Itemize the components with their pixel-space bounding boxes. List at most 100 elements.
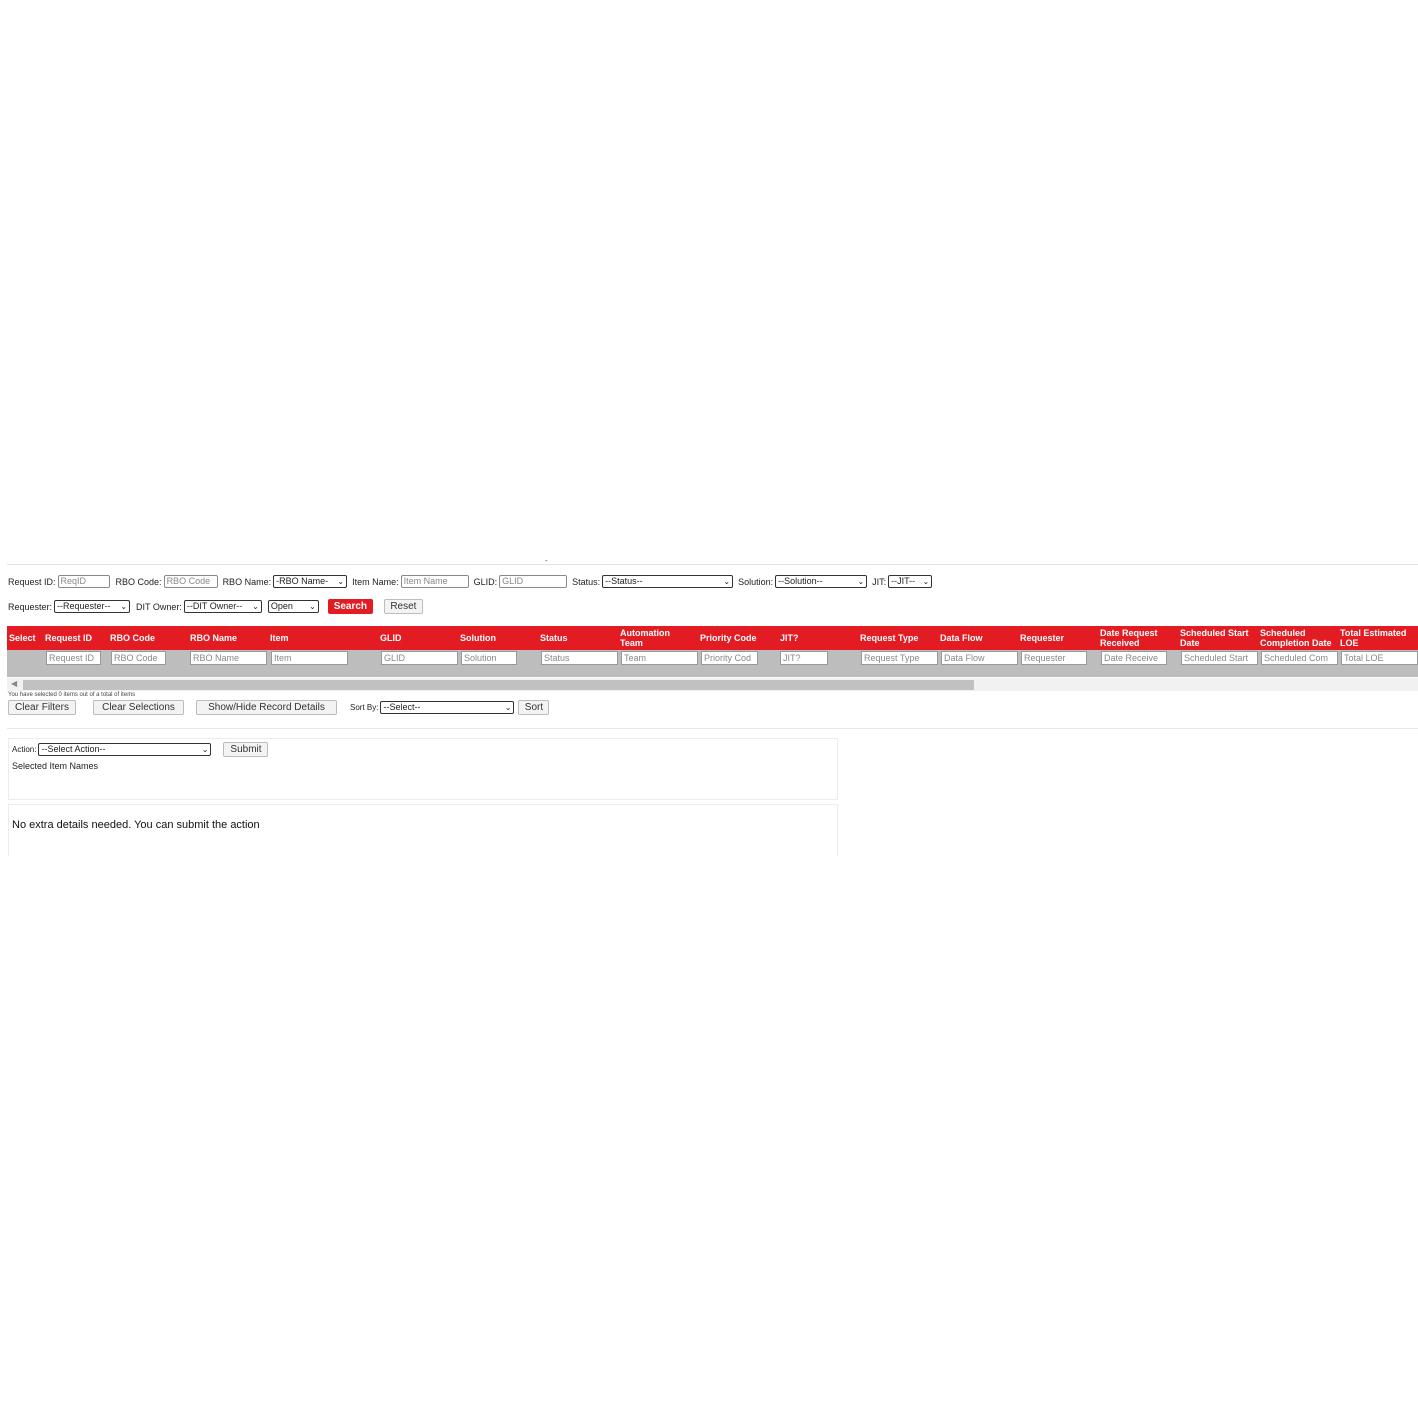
sort-button[interactable]: Sort xyxy=(518,700,550,715)
column-header-rbo-name[interactable]: RBO Name xyxy=(190,626,268,650)
filter-item-input[interactable]: Item xyxy=(271,651,348,665)
filter-row-1: Request ID: ReqID RBO Code: RBO Code RBO… xyxy=(8,575,933,588)
chevron-down-icon: ⌄ xyxy=(723,577,731,586)
status-label: Status: xyxy=(572,576,601,587)
filter-status-input[interactable]: Status xyxy=(541,651,618,665)
toolbar-divider xyxy=(7,728,1418,729)
column-header-solution[interactable]: Solution xyxy=(460,626,538,650)
jit-select[interactable]: --JIT-- ⌄ xyxy=(888,575,933,588)
filter-team-input[interactable]: Team xyxy=(621,651,698,665)
column-header-rbo-code[interactable]: RBO Code xyxy=(110,626,188,650)
scrollbar-thumb[interactable] xyxy=(23,680,974,690)
column-header-priority-code[interactable]: Priority Code xyxy=(700,626,776,650)
action-select[interactable]: --Select Action-- ⌄ xyxy=(38,743,212,756)
column-filter-row: Request ID RBO Code RBO Name Item GLID S… xyxy=(7,650,1418,677)
action-message: No extra details needed. You can submit … xyxy=(12,819,260,831)
chevron-down-icon: ⌄ xyxy=(309,602,316,611)
chevron-down-icon: ⌄ xyxy=(857,577,865,586)
glid-label: GLID: xyxy=(473,576,498,587)
filter-rbo-name-input[interactable]: RBO Name xyxy=(190,651,267,665)
chevron-down-icon: ⌄ xyxy=(504,703,512,712)
open-status-select[interactable]: Open ⌄ xyxy=(267,600,319,613)
column-header-scheduled-start-date[interactable]: Scheduled Start Date xyxy=(1180,626,1258,650)
dit-owner-select[interactable]: --DIT Owner-- ⌄ xyxy=(183,600,262,613)
column-header-date-request-received[interactable]: Date Request Received xyxy=(1100,626,1176,650)
top-divider xyxy=(7,564,1418,565)
action-row: Action: --Select Action-- ⌄ Submit xyxy=(12,742,269,757)
request-id-input[interactable]: ReqID xyxy=(57,575,110,588)
sort-by-label: Sort By: xyxy=(350,703,379,712)
column-header-select[interactable]: Select xyxy=(9,626,45,650)
column-header-status[interactable]: Status xyxy=(540,626,618,650)
action-details-panel: No extra details needed. You can submit … xyxy=(8,804,838,856)
solution-select[interactable]: --Solution-- ⌄ xyxy=(775,575,868,588)
search-button[interactable]: Search xyxy=(327,599,373,614)
status-select[interactable]: --Status-- ⌄ xyxy=(602,575,734,588)
glid-input[interactable]: GLID xyxy=(499,575,568,588)
filter-rbo-code-input[interactable]: RBO Code xyxy=(111,651,166,665)
filter-request-id-input[interactable]: Request ID xyxy=(46,651,101,665)
open-status-value: Open xyxy=(270,601,293,611)
chevron-down-icon: ⌄ xyxy=(337,577,345,586)
filter-scheduled-start-input[interactable]: Scheduled Start xyxy=(1181,651,1258,665)
selection-info: You have selected 0 items out of a total… xyxy=(8,692,136,698)
item-name-input[interactable]: Item Name xyxy=(400,575,469,588)
chevron-down-icon: ⌄ xyxy=(922,577,930,586)
rbo-name-value: -RBO Name- xyxy=(276,576,329,586)
table-header-row: Select Request ID RBO Code RBO Name Item… xyxy=(7,626,1418,650)
column-header-scheduled-completion-date[interactable]: Scheduled Completion Date xyxy=(1260,626,1338,650)
scroll-left-arrow-icon[interactable]: ◀ xyxy=(11,679,17,688)
column-header-glid[interactable]: GLID xyxy=(380,626,458,650)
solution-label: Solution: xyxy=(738,576,774,587)
rbo-name-select[interactable]: -RBO Name- ⌄ xyxy=(273,575,348,588)
filter-glid-input[interactable]: GLID xyxy=(381,651,458,665)
table-toolbar: Clear Filters Clear Selections Show/Hide… xyxy=(8,700,550,715)
status-value: --Status-- xyxy=(605,576,643,586)
sort-by-select[interactable]: --Select-- ⌄ xyxy=(380,701,515,714)
column-header-automation-team[interactable]: Automation Team xyxy=(620,626,690,650)
filter-row-2: Requester: --Requester-- ⌄ DIT Owner: --… xyxy=(8,599,423,614)
chevron-down-icon: ⌄ xyxy=(201,745,209,754)
filter-date-received-input[interactable]: Date Receive xyxy=(1101,651,1167,665)
action-panel: Action: --Select Action-- ⌄ Submit Selec… xyxy=(8,738,838,800)
dit-owner-value: --DIT Owner-- xyxy=(186,601,243,611)
column-header-total-estimated-loe[interactable]: Total Estimated LOE xyxy=(1340,626,1416,650)
filter-priority-code-input[interactable]: Priority Cod xyxy=(701,651,758,665)
requester-label: Requester: xyxy=(8,601,53,612)
column-header-requester[interactable]: Requester xyxy=(1020,626,1098,650)
clear-selections-button[interactable]: Clear Selections xyxy=(93,700,184,715)
column-header-request-type[interactable]: Request Type xyxy=(860,626,938,650)
selected-item-names-label: Selected Item Names xyxy=(12,761,99,771)
requester-value: --Requester-- xyxy=(57,601,111,611)
request-id-label: Request ID: xyxy=(8,576,56,587)
requester-select[interactable]: --Requester-- ⌄ xyxy=(54,600,131,613)
submit-button[interactable]: Submit xyxy=(223,742,269,757)
column-header-jit[interactable]: JIT? xyxy=(780,626,856,650)
dit-owner-label: DIT Owner: xyxy=(136,601,182,612)
column-header-item[interactable]: Item xyxy=(270,626,378,650)
filter-jit-input[interactable]: JIT? xyxy=(780,651,828,665)
solution-value: --Solution-- xyxy=(778,576,823,586)
jit-label: JIT: xyxy=(872,576,887,587)
filter-scheduled-completion-input[interactable]: Scheduled Com xyxy=(1261,651,1338,665)
horizontal-scrollbar[interactable]: ◀ xyxy=(7,678,1418,691)
action-label: Action: xyxy=(12,745,37,754)
action-select-value: --Select Action-- xyxy=(41,744,106,754)
jit-value: --JIT-- xyxy=(891,576,916,586)
column-header-data-flow[interactable]: Data Flow xyxy=(940,626,1018,650)
filter-request-type-input[interactable]: Request Type xyxy=(861,651,938,665)
clear-filters-button[interactable]: Clear Filters xyxy=(8,700,76,715)
chevron-down-icon: ⌄ xyxy=(120,602,128,611)
chevron-down-icon: ⌄ xyxy=(252,602,259,611)
show-hide-details-button[interactable]: Show/Hide Record Details xyxy=(196,700,337,715)
column-header-request-id[interactable]: Request ID xyxy=(45,626,109,650)
rbo-code-label: RBO Code: xyxy=(115,576,162,587)
rbo-code-input[interactable]: RBO Code xyxy=(163,575,218,588)
reset-button[interactable]: Reset xyxy=(383,599,423,614)
sort-by-value: --Select-- xyxy=(383,702,421,712)
item-name-label: Item Name: xyxy=(352,576,399,587)
filter-solution-input[interactable]: Solution xyxy=(461,651,517,665)
filter-requester-input[interactable]: Requester xyxy=(1021,651,1087,665)
filter-total-loe-input[interactable]: Total LOE xyxy=(1341,651,1418,665)
filter-data-flow-input[interactable]: Data Flow xyxy=(941,651,1018,665)
